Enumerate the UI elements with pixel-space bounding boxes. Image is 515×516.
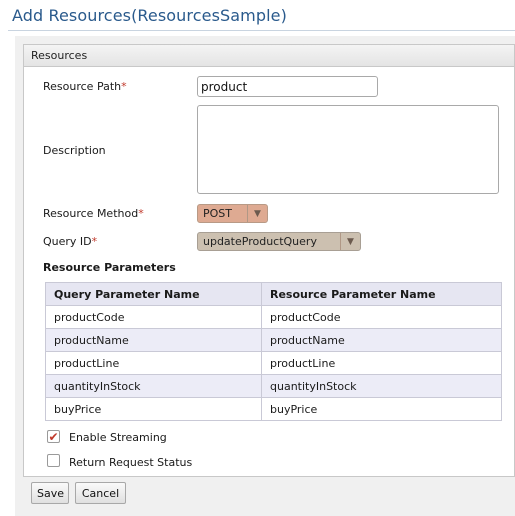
resource-method-select[interactable]: POST ▼ — [197, 204, 268, 223]
resource-path-input[interactable] — [197, 76, 378, 97]
table-row: productName productName — [45, 328, 502, 352]
enable-streaming-checkbox[interactable]: ✔ — [47, 430, 60, 443]
resource-path-label-text: Resource Path — [43, 80, 122, 93]
resource-method-label-text: Resource Method — [43, 207, 139, 220]
checkmark-icon: ✔ — [48, 429, 59, 444]
required-mark: * — [91, 235, 98, 248]
description-label: Description — [43, 144, 106, 157]
title-divider — [8, 30, 515, 31]
page-title: Add Resources(ResourcesSample) — [12, 6, 287, 25]
description-textarea[interactable] — [197, 105, 499, 194]
table-row: quantityInStock quantityInStock — [45, 374, 502, 398]
query-parameter-cell: productLine — [45, 351, 262, 375]
query-parameter-cell: buyPrice — [45, 397, 262, 421]
panel-header: Resources — [24, 45, 514, 67]
resource-method-label: Resource Method* — [43, 207, 144, 220]
table-row: productLine productLine — [45, 351, 502, 375]
query-parameter-cell: productCode — [45, 305, 262, 329]
triangle-down-icon[interactable]: ▼ — [247, 205, 267, 222]
save-button[interactable]: Save — [31, 482, 69, 504]
query-id-label: Query ID* — [43, 235, 97, 248]
resource-parameters-table: Query Parameter Name Resource Parameter … — [45, 282, 502, 421]
cancel-button[interactable]: Cancel — [75, 482, 126, 504]
return-request-status-label[interactable]: Return Request Status — [69, 456, 192, 469]
resource-method-value: POST — [203, 207, 232, 220]
query-id-label-text: Query ID — [43, 235, 92, 248]
resource-parameter-cell[interactable]: productCode — [261, 305, 502, 329]
table-row: buyPrice buyPrice — [45, 397, 502, 421]
required-mark: * — [138, 207, 144, 220]
resource-parameter-cell[interactable]: productName — [261, 328, 502, 352]
query-id-value: updateProductQuery — [203, 235, 317, 248]
required-mark: * — [121, 80, 127, 93]
enable-streaming-label[interactable]: Enable Streaming — [69, 431, 167, 444]
resource-path-label: Resource Path* — [43, 80, 127, 93]
table-row: productCode productCode — [45, 305, 502, 329]
column-header-query-parameter: Query Parameter Name — [45, 282, 262, 306]
resource-parameter-cell[interactable]: quantityInStock — [261, 374, 502, 398]
column-header-resource-parameter: Resource Parameter Name — [261, 282, 502, 306]
table-header-row: Query Parameter Name Resource Parameter … — [45, 282, 502, 306]
query-id-select[interactable]: updateProductQuery ▼ — [197, 232, 361, 251]
query-parameter-cell: quantityInStock — [45, 374, 262, 398]
resource-parameter-cell[interactable]: productLine — [261, 351, 502, 375]
return-request-status-checkbox[interactable] — [47, 454, 60, 467]
query-parameter-cell: productName — [45, 328, 262, 352]
resource-parameters-title: Resource Parameters — [43, 261, 176, 274]
resource-parameter-cell[interactable]: buyPrice — [261, 397, 502, 421]
triangle-down-icon[interactable]: ▼ — [340, 233, 360, 250]
